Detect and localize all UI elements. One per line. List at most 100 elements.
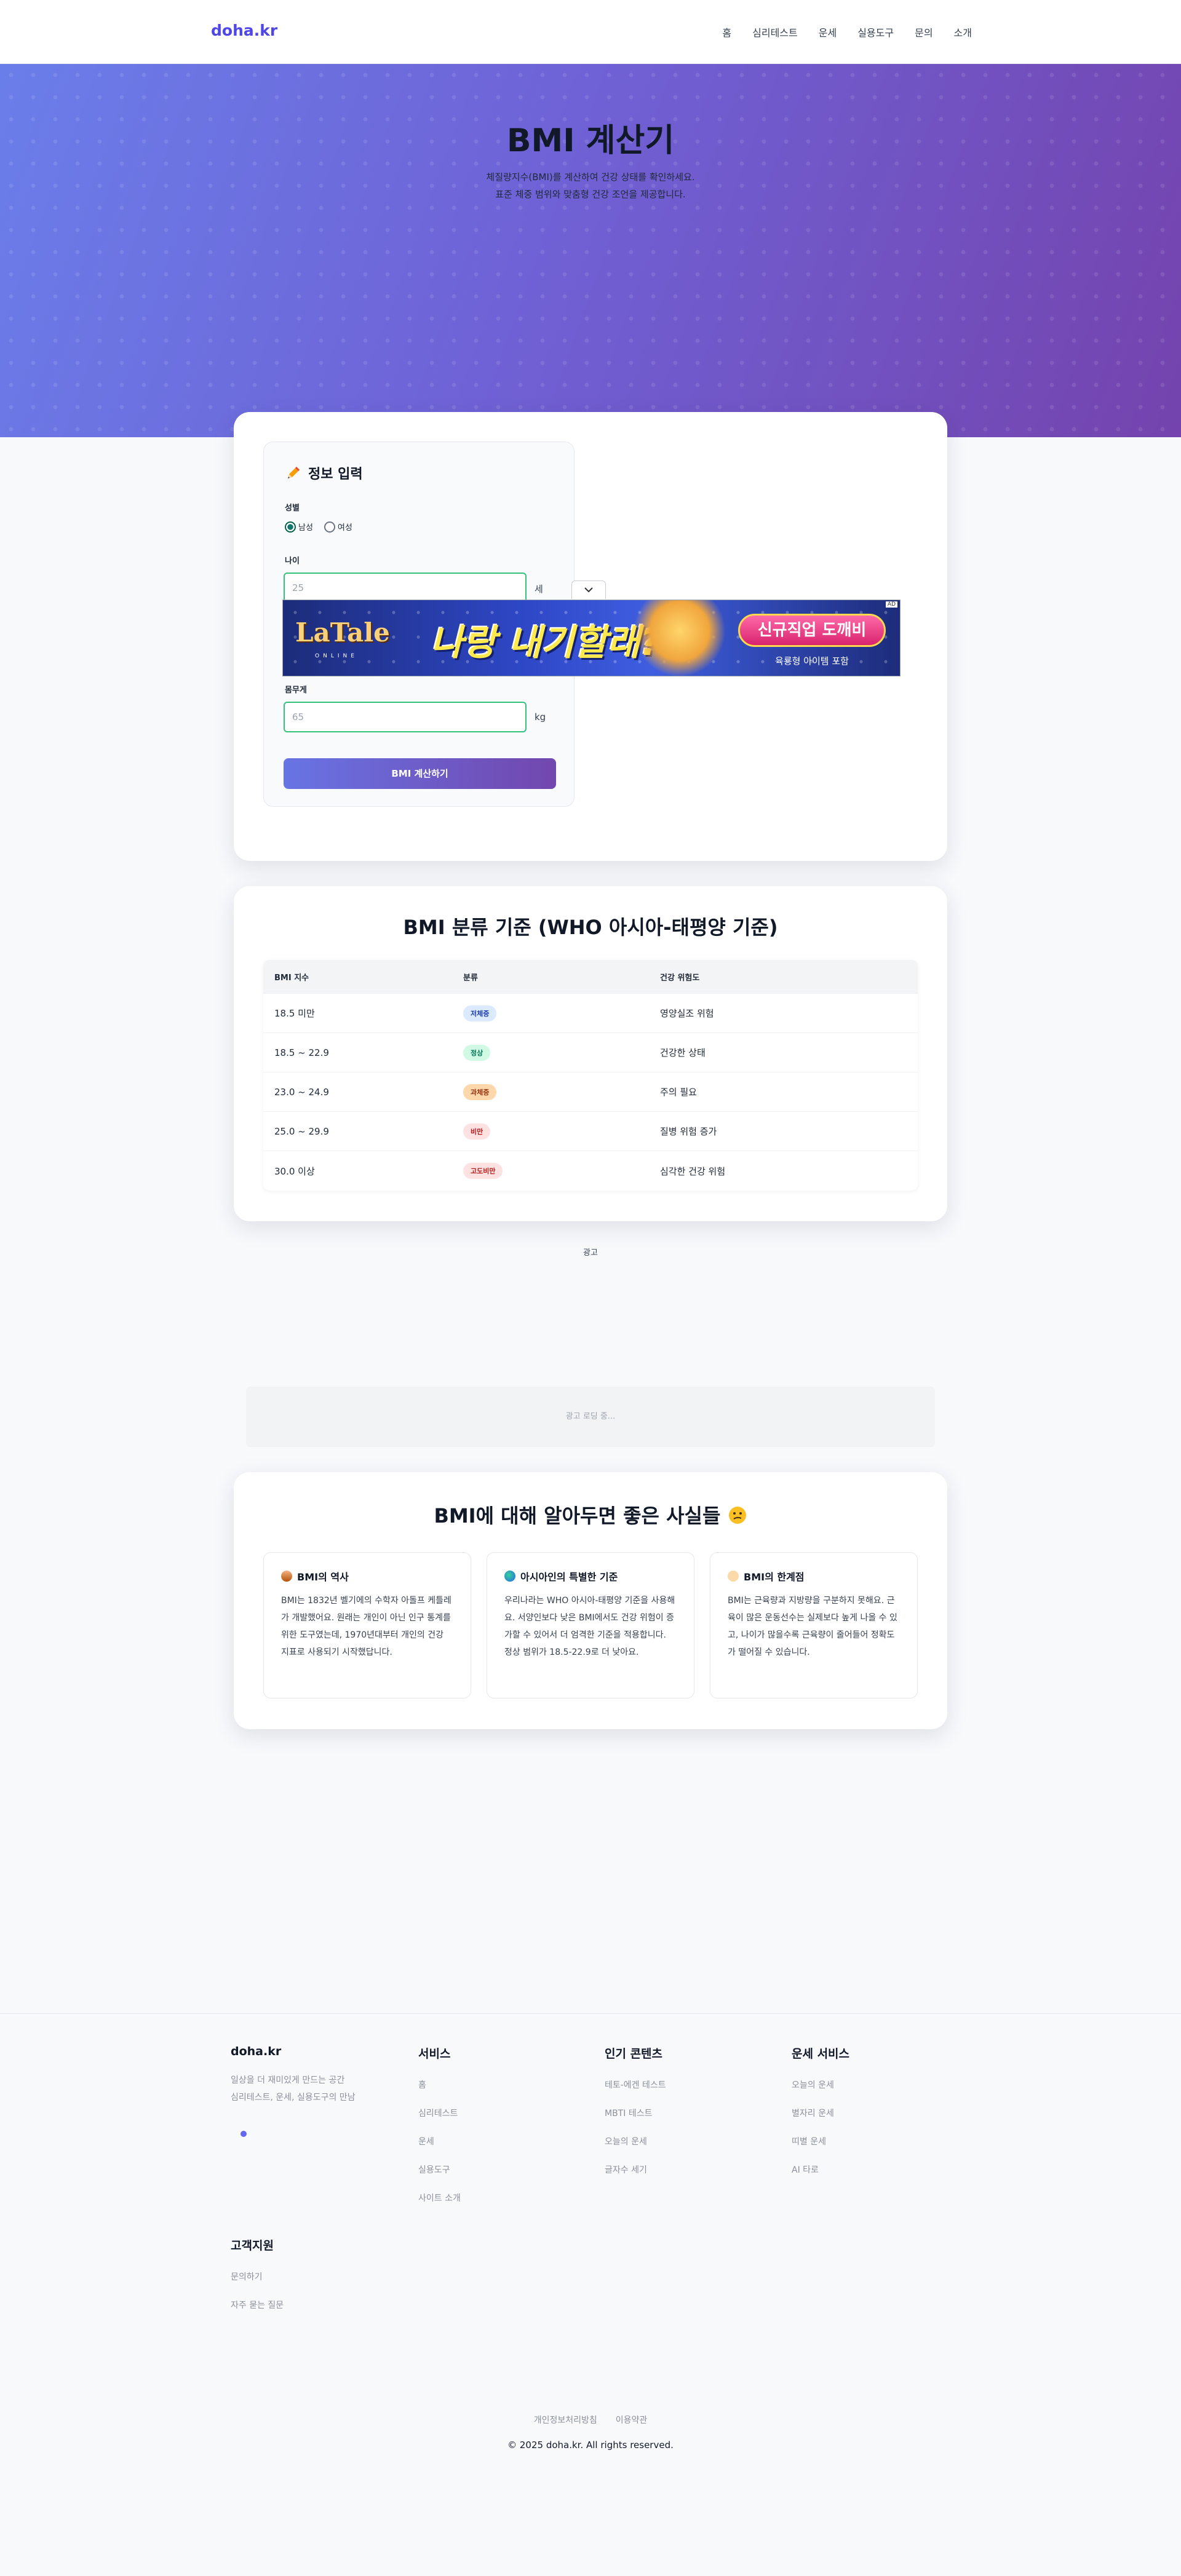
cell-risk: 주의 필요 — [660, 1087, 697, 1098]
chevron-down-icon — [584, 587, 593, 593]
weight-label: 몸무게 — [285, 686, 307, 695]
facts-title-text: BMI에 대해 알아두면 좋은 사실들 — [434, 1504, 721, 1528]
cell-bmi-range: 18.5 ~ 22.9 — [274, 1047, 329, 1058]
age-input[interactable]: 25 — [284, 573, 527, 603]
nav-fortune[interactable]: 운세 — [819, 25, 837, 39]
gender-male-option[interactable]: 남성 — [285, 521, 313, 533]
ad-badge[interactable]: AD — [885, 601, 897, 608]
form-title-text: 정보 입력 — [308, 467, 363, 482]
table-title: BMI 분류 기준 (WHO 아시아-태평양 기준) — [403, 916, 778, 939]
ad-cta-button[interactable]: 신규직업 도깨비 — [738, 614, 886, 647]
gender-label: 성별 — [285, 504, 300, 513]
table-row: 18.5 미만 저체중 영양실조 위험 — [263, 994, 918, 1033]
site-footer: doha.kr 일상을 더 재미있게 만드는 공간 심리테스트, 운세, 실용도… — [0, 2013, 1181, 2576]
classification-badge: 고도비만 — [463, 1163, 503, 1179]
footer-link[interactable]: 오늘의 운세 — [605, 2135, 666, 2147]
calculate-bmi-button[interactable]: BMI 계산하기 — [284, 758, 556, 789]
table-row: 23.0 ~ 24.9 과체중 주의 필요 — [263, 1072, 918, 1112]
copyright: © 2025 doha.kr. All rights reserved. — [507, 2439, 674, 2451]
form-title: 정보 입력 — [285, 463, 363, 483]
gender-female-label: 여성 — [337, 523, 352, 533]
header-bmi: BMI 지수 — [274, 973, 309, 983]
fact-heading-limits: BMI의 한계점 — [728, 1569, 900, 1583]
header-risk: 건강 위험도 — [660, 973, 700, 983]
ad-collapse-toggle[interactable] — [571, 581, 606, 599]
cell-class: 과체중 — [463, 1084, 660, 1100]
footer-link[interactable]: 운세 — [418, 2135, 461, 2147]
footer-col-support: 고객지원 문의하기 자주 묻는 질문 — [231, 2237, 284, 2327]
main-nav: 홈 심리테스트 운세 실용도구 문의 소개 — [722, 25, 972, 39]
classification-badge: 비만 — [463, 1123, 491, 1139]
footer-link[interactable]: AI 타로 — [792, 2163, 849, 2176]
cell-bmi-range: 23.0 ~ 24.9 — [274, 1086, 329, 1098]
footer-link[interactable]: MBTI 테스트 — [605, 2107, 666, 2119]
fact-title-limits: BMI의 한계점 — [744, 1571, 805, 1583]
ad-subtext: 육룡형 아이템 포함 — [775, 656, 849, 667]
privacy-policy-link[interactable]: 개인정보처리방침 — [534, 2414, 597, 2426]
footer-link[interactable]: 오늘의 운세 — [792, 2079, 849, 2091]
site-header: doha.kr 홈 심리테스트 운세 실용도구 문의 소개 — [0, 0, 1181, 64]
footer-legal-links: 개인정보처리방침 이용약관 — [0, 2414, 1181, 2426]
fact-heading-history: BMI의 역사 — [281, 1569, 453, 1583]
footer-link[interactable]: 자주 묻는 질문 — [231, 2299, 284, 2311]
age-unit: 세 — [535, 584, 543, 595]
footer-col-title: 인기 콘텐츠 — [605, 2047, 663, 2061]
table-row: 30.0 이상 고도비만 심각한 건강 위험 — [263, 1151, 918, 1191]
bmi-table: BMI 지수 분류 건강 위험도 18.5 미만 저체중 영양실조 위험 18.5 ~… — [263, 960, 918, 1191]
footer-link[interactable]: 문의하기 — [231, 2270, 284, 2283]
gender-male-radio[interactable] — [285, 521, 296, 533]
cell-risk: 건강한 상태 — [660, 1047, 706, 1058]
cell-risk: 영양실조 위험 — [660, 1008, 714, 1019]
footer-link[interactable]: 실용도구 — [418, 2163, 461, 2176]
fact-body-asia: 우리나라는 WHO 아시아-태평양 기준을 사용해요. 서양인보다 낮은 BMI… — [504, 1596, 675, 1657]
thinking-face-icon — [728, 1507, 746, 1524]
footer-link[interactable]: 글자수 세기 — [605, 2163, 666, 2176]
footer-link[interactable]: 사이트 소개 — [418, 2192, 461, 2204]
fact-heading-asia: 아시아인의 특별한 기준 — [504, 1569, 677, 1583]
pencil-icon — [288, 467, 300, 478]
cell-class: 저체중 — [463, 1005, 660, 1021]
gender-male-label: 남성 — [298, 523, 313, 533]
footer-link[interactable]: 테토-에겐 테스트 — [605, 2079, 666, 2091]
gender-female-radio[interactable] — [324, 521, 335, 533]
page-title: BMI 계산기 — [506, 122, 675, 159]
cell-class: 고도비만 — [463, 1163, 660, 1179]
gender-female-option[interactable]: 여성 — [324, 521, 352, 533]
table-row: 18.5 ~ 22.9 정상 건강한 상태 — [263, 1033, 918, 1072]
ad-banner[interactable]: LaTale ONLINE 나랑 내기할래? 신규직업 도깨비 육룡형 아이템 … — [282, 600, 901, 676]
ad-loading-placeholder: 광고 로딩 중... — [246, 1387, 935, 1447]
nav-psych-test[interactable]: 심리테스트 — [752, 25, 798, 39]
footer-link[interactable]: 띠별 운세 — [792, 2135, 849, 2147]
fact-card-limits: BMI의 한계점 BMI는 근육량과 지방량을 구분하지 못해요. 근육이 많은… — [710, 1552, 918, 1698]
cell-risk: 심각한 건강 위험 — [660, 1165, 726, 1177]
table-row: 25.0 ~ 29.9 비만 질병 위험 증가 — [263, 1112, 918, 1151]
ice-cream-icon — [281, 1571, 292, 1582]
cell-risk: 질병 위험 증가 — [660, 1126, 717, 1137]
footer-link[interactable]: 심리테스트 — [418, 2107, 461, 2119]
terms-link[interactable]: 이용약관 — [616, 2414, 648, 2426]
fact-card-history: BMI의 역사 BMI는 1832년 벨기에의 수학자 아돌프 케틀레가 개발했… — [263, 1552, 471, 1698]
footer-col-title: 서비스 — [418, 2047, 451, 2061]
footer-logo[interactable]: doha.kr — [231, 2045, 403, 2058]
subtitle-line-1: 체질량지수(BMI)를 계산하여 건강 상태를 확인하세요. — [486, 172, 695, 183]
gender-radio-group: 남성 여성 — [285, 521, 352, 533]
ad-logo-sub: ONLINE — [315, 653, 358, 659]
site-logo[interactable]: doha.kr — [211, 22, 277, 39]
weight-input[interactable]: 65 — [284, 702, 527, 732]
cell-bmi-range: 30.0 이상 — [274, 1165, 315, 1177]
nav-about[interactable]: 소개 — [954, 25, 972, 39]
footer-col-services: 서비스 홈 심리테스트 운세 실용도구 사이트 소개 — [418, 2045, 461, 2220]
cell-bmi-range: 25.0 ~ 29.9 — [274, 1125, 329, 1137]
footer-desc-line-1: 일상을 더 재미있게 만드는 공간 — [231, 2075, 345, 2085]
bmi-classification-card: BMI 분류 기준 (WHO 아시아-태평양 기준) BMI 지수 분류 건강 … — [234, 886, 947, 1221]
footer-link[interactable]: 별자리 운세 — [792, 2107, 849, 2119]
nav-tools[interactable]: 실용도구 — [857, 25, 894, 39]
page-subtitle: 체질량지수(BMI)를 계산하여 건강 상태를 확인하세요. 표준 체중 범위와… — [0, 168, 1181, 203]
nav-contact[interactable]: 문의 — [915, 25, 932, 39]
weight-unit: kg — [535, 711, 546, 723]
nav-home[interactable]: 홈 — [722, 25, 731, 39]
footer-link[interactable]: 홈 — [418, 2079, 461, 2091]
ad-headline: 나랑 내기할래? — [431, 622, 661, 664]
ad-character-image — [634, 600, 726, 676]
footer-col-popular: 인기 콘텐츠 테토-에겐 테스트 MBTI 테스트 오늘의 운세 글자수 세기 — [605, 2045, 666, 2192]
